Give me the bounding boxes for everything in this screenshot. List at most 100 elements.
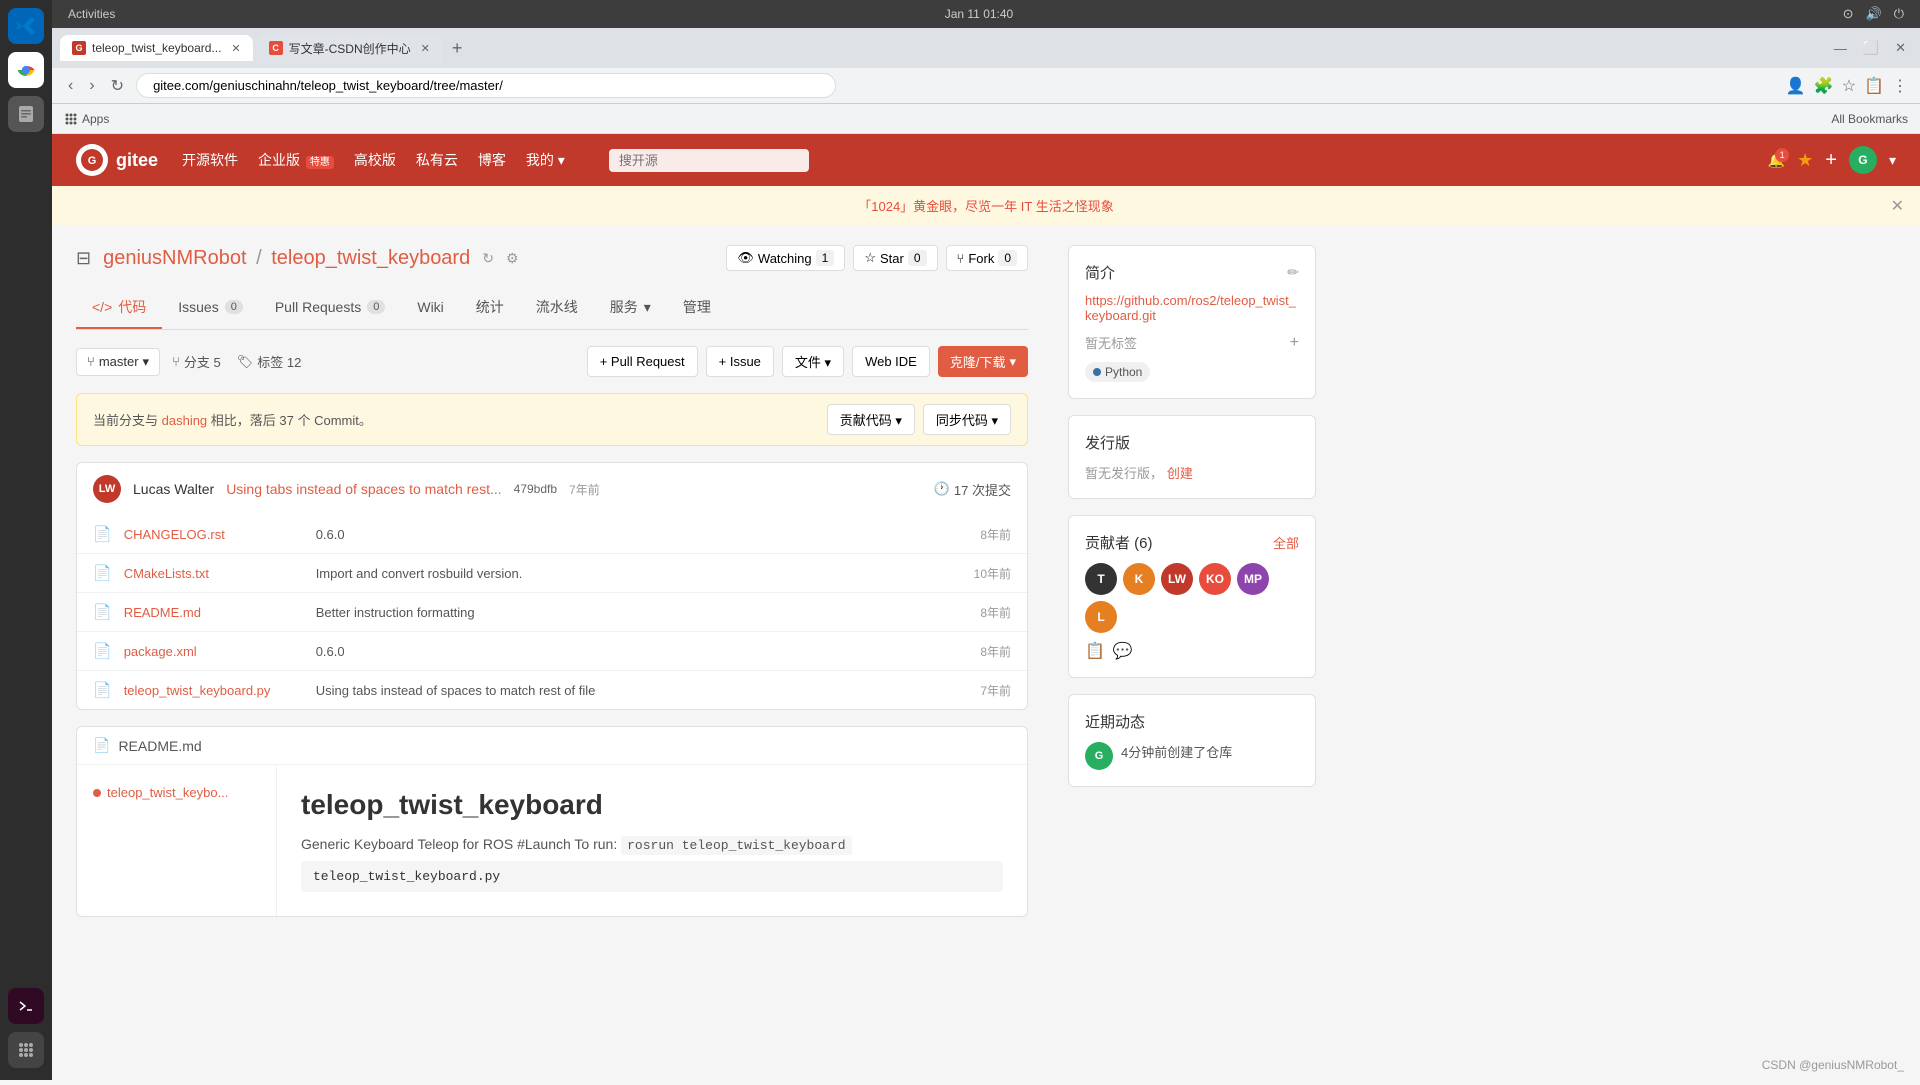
activities-label[interactable]: Activities: [68, 7, 115, 21]
notification-bell[interactable]: 🔔 1: [1768, 152, 1785, 169]
file-time-changelog: 8年前: [951, 526, 1011, 543]
diff-branch-link[interactable]: dashing: [162, 413, 208, 428]
edit-intro-icon[interactable]: ✏: [1287, 264, 1299, 281]
star-icon-repo: ☆: [864, 250, 876, 266]
nav-mine[interactable]: 我的 ▾: [526, 150, 565, 170]
tab-service[interactable]: 服务 ▾: [594, 287, 667, 329]
contribute-code-button[interactable]: 贡献代码 ▾: [827, 404, 915, 435]
nav-blog[interactable]: 博客: [478, 150, 506, 170]
pull-request-button[interactable]: + Pull Request: [587, 346, 698, 377]
commit-hash[interactable]: 479bdfb: [514, 482, 557, 496]
readme-body: teleop_twist_keybo... teleop_twist_keybo…: [77, 765, 1027, 916]
more-menu-button[interactable]: ⋮: [1892, 76, 1908, 96]
tags-link[interactable]: 🏷 标签 12: [237, 352, 302, 371]
taskbar-apps[interactable]: [8, 1032, 44, 1068]
readme-sidebar-item[interactable]: teleop_twist_keybo...: [93, 781, 260, 804]
nav-opensource[interactable]: 开源软件: [182, 150, 238, 170]
sidebar-release-title: 发行版: [1085, 432, 1299, 453]
extensions-icon[interactable]: 🧩: [1814, 76, 1834, 96]
no-release-text: 暂无发行版，: [1085, 466, 1163, 481]
issue-button[interactable]: + Issue: [706, 346, 774, 377]
nav-university[interactable]: 高校版: [354, 150, 396, 170]
favorites-icon[interactable]: ☆: [1842, 76, 1856, 96]
contributor-LW[interactable]: LW: [1161, 563, 1193, 595]
sidebar-contributors: 贡献者 (6) 全部 T K LW KO MP L 📋 💬: [1068, 515, 1316, 678]
tab-wiki[interactable]: Wiki: [401, 287, 459, 329]
fork-button[interactable]: ⑂ Fork 0: [946, 245, 1029, 271]
contributor-T[interactable]: T: [1085, 563, 1117, 595]
minimize-button[interactable]: —: [1828, 37, 1853, 60]
address-bar: ‹ › ↻ 👤 🧩 ☆ 📋 ⋮: [52, 68, 1920, 104]
copy-icon[interactable]: 📋: [1085, 641, 1105, 661]
contributors-all-link[interactable]: 全部: [1273, 533, 1299, 552]
tab-pipeline[interactable]: 流水线: [520, 287, 594, 329]
address-input[interactable]: [136, 73, 836, 98]
repo-type-icon: ⊟: [76, 248, 91, 269]
taskbar-vscode[interactable]: [8, 8, 44, 44]
user-menu-arrow[interactable]: ▾: [1889, 152, 1896, 169]
create-icon[interactable]: +: [1825, 149, 1837, 172]
contributor-L[interactable]: L: [1085, 601, 1117, 633]
tab-1-close[interactable]: ✕: [231, 42, 240, 55]
contributor-K[interactable]: K: [1123, 563, 1155, 595]
collections-icon[interactable]: 📋: [1864, 76, 1884, 96]
browser-tab-1[interactable]: G teleop_twist_keyboard... ✕: [60, 35, 253, 61]
message-icon[interactable]: 💬: [1113, 641, 1133, 661]
contributor-MP[interactable]: MP: [1237, 563, 1269, 595]
system-time: Jan 11 01:40: [115, 7, 1842, 21]
create-release-link[interactable]: 创建: [1167, 466, 1193, 481]
back-button[interactable]: ‹: [64, 73, 77, 99]
add-tag-button[interactable]: +: [1290, 334, 1299, 352]
tab-code[interactable]: </> 代码: [76, 287, 162, 329]
all-bookmarks-link[interactable]: All Bookmarks: [1831, 112, 1908, 126]
branch-selector[interactable]: ⑂ master ▾: [76, 348, 160, 376]
user-avatar[interactable]: G: [1849, 146, 1877, 174]
file-name-cmake[interactable]: CMakeLists.txt: [124, 566, 304, 581]
tab-stats[interactable]: 统计: [460, 287, 520, 329]
repo-sync-icon[interactable]: ↻: [482, 250, 494, 267]
star-count: 0: [908, 250, 927, 266]
file-name-changelog[interactable]: CHANGELOG.rst: [124, 527, 304, 542]
reload-button[interactable]: ↻: [107, 72, 128, 100]
forward-button[interactable]: ›: [85, 73, 98, 99]
taskbar-files[interactable]: [8, 96, 44, 132]
tab-admin[interactable]: 管理: [667, 287, 727, 329]
readme-content: teleop_twist_keyboard Generic Keyboard T…: [277, 765, 1027, 916]
readme-heading: teleop_twist_keyboard: [301, 789, 1003, 821]
file-name-readme[interactable]: README.md: [124, 605, 304, 620]
nav-private-cloud[interactable]: 私有云: [416, 150, 458, 170]
commit-count[interactable]: 🕐 17 次提交: [934, 480, 1011, 499]
contributor-KO[interactable]: KO: [1199, 563, 1231, 595]
file-name-teleop[interactable]: teleop_twist_keyboard.py: [124, 683, 304, 698]
repo-url-link[interactable]: https://github.com/ros2/teleop_twist_key…: [1085, 293, 1299, 323]
web-ide-button[interactable]: Web IDE: [852, 346, 930, 377]
tab-issues[interactable]: Issues 0: [162, 287, 259, 329]
commit-message-link[interactable]: Using tabs instead of spaces to match re…: [226, 481, 501, 497]
branches-link[interactable]: ⑂ 分支 5: [172, 352, 221, 371]
repo-settings-icon[interactable]: ⚙: [506, 250, 519, 267]
file-icon-teleop: 📄: [93, 681, 112, 699]
gitee-logo[interactable]: G gitee: [76, 144, 158, 176]
tab-2-close[interactable]: ✕: [421, 42, 430, 55]
file-name-package[interactable]: package.xml: [124, 644, 304, 659]
gitee-search-input[interactable]: [609, 149, 809, 172]
repo-name-link[interactable]: teleop_twist_keyboard: [271, 247, 470, 269]
watch-button[interactable]: 👁 Watching 1: [726, 245, 845, 271]
profile-icon[interactable]: 👤: [1786, 76, 1806, 96]
file-row-teleop: 📄 teleop_twist_keyboard.py Using tabs in…: [77, 671, 1027, 709]
close-window-button[interactable]: ✕: [1889, 36, 1912, 60]
sync-code-button[interactable]: 同步代码 ▾: [923, 404, 1011, 435]
file-button[interactable]: 文件 ▾: [782, 346, 844, 377]
repo-owner-link[interactable]: geniusNMRobot: [103, 247, 246, 269]
nav-enterprise[interactable]: 企业版 特惠: [258, 150, 334, 170]
taskbar-terminal[interactable]: [8, 988, 44, 1024]
banner-close-button[interactable]: ✕: [1891, 196, 1904, 216]
clone-download-button[interactable]: 克隆/下载 ▾: [938, 346, 1028, 377]
taskbar-chrome[interactable]: [8, 52, 44, 88]
maximize-button[interactable]: ⬜: [1857, 36, 1885, 60]
browser-tab-2[interactable]: C 写文章-CSDN创作中心 ✕: [257, 34, 442, 63]
new-tab-button[interactable]: +: [446, 38, 469, 59]
tab-pull-requests[interactable]: Pull Requests 0: [259, 287, 402, 329]
star-button[interactable]: ☆ Star 0: [853, 245, 937, 271]
star-icon-header[interactable]: ★: [1797, 150, 1813, 171]
